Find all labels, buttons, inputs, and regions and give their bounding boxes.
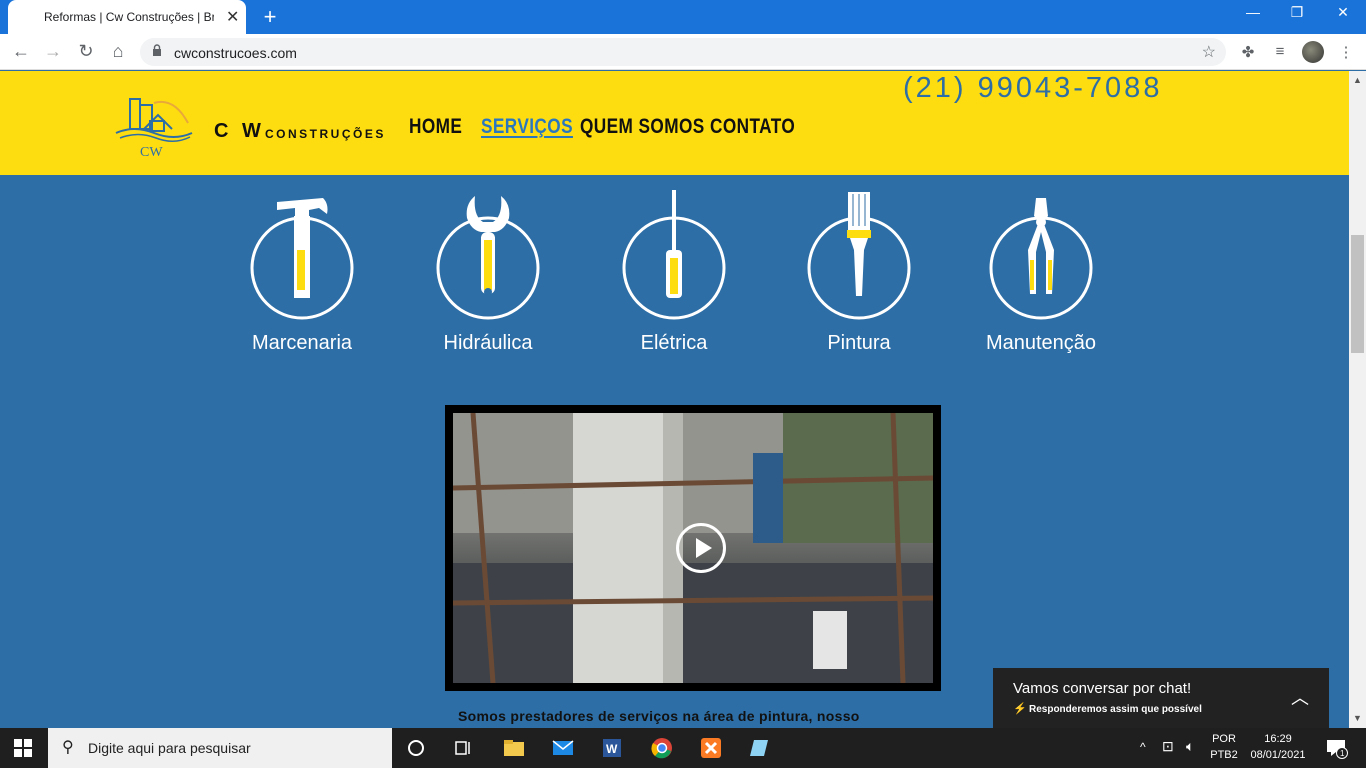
tab-title: Reformas | Cw Construções | Bras	[44, 10, 214, 24]
site-header: CW C W CONSTRUÇÕES HOME SERVIÇOS QUEM SO…	[0, 71, 1366, 175]
nav-servicos[interactable]: SERVIÇOS	[481, 115, 573, 139]
lock-icon	[153, 44, 161, 56]
browser-tab[interactable]: Reformas | Cw Construções | Bras ✕	[8, 0, 246, 34]
volume-icon[interactable]: 🔈︎	[1186, 738, 1194, 755]
taskbar-search-placeholder: Digite aqui para pesquisar	[88, 740, 251, 756]
brand-subtitle: CONSTRUÇÕES	[265, 127, 386, 141]
hammer-icon	[250, 198, 354, 320]
notifications-count: 1	[1340, 749, 1345, 758]
company-logo-icon[interactable]: CW	[114, 93, 194, 161]
service-label: Elétrica	[640, 332, 708, 354]
service-label: Pintura	[827, 332, 891, 354]
bolt-icon: ⚡	[1013, 703, 1027, 715]
search-icon: ⚲	[62, 739, 74, 756]
windows-start-icon[interactable]	[14, 739, 32, 757]
browser-toolbar: ← → ↻ ⌂ cwconstrucoes.com ☆ ✤ ≡ ⋮	[0, 34, 1366, 70]
service-manutencao[interactable]: Manutenção	[966, 190, 1116, 355]
minimize-icon[interactable]: —	[1238, 4, 1268, 20]
service-label: Marcenaria	[251, 332, 353, 354]
service-marcenaria[interactable]: Marcenaria	[227, 190, 377, 355]
notepad-icon[interactable]	[748, 736, 772, 760]
extensions-icon[interactable]: ✤	[1238, 43, 1258, 61]
service-eletrica[interactable]: Elétrica	[599, 190, 749, 355]
svg-text:W: W	[606, 742, 618, 756]
wrench-icon	[436, 196, 540, 320]
new-tab-icon[interactable]: +	[258, 4, 282, 30]
service-label: Manutenção	[985, 332, 1097, 354]
restore-icon[interactable]: ❐	[1282, 4, 1312, 21]
service-pintura[interactable]: Pintura	[784, 190, 934, 355]
nav-home[interactable]: HOME	[409, 115, 462, 139]
paintbrush-icon	[807, 192, 911, 320]
forward-icon[interactable]: →	[42, 41, 64, 62]
nav-quem-somos[interactable]: QUEM SOMOS	[580, 115, 705, 139]
window-close-icon[interactable]: ✕	[1328, 4, 1358, 21]
clock-time[interactable]: 16:29	[1246, 733, 1310, 745]
service-hidraulica[interactable]: Hidráulica	[413, 190, 563, 355]
home-icon[interactable]: ⌂	[107, 41, 129, 62]
show-hidden-icons-icon[interactable]: ^	[1140, 740, 1146, 754]
scroll-up-icon[interactable]: ▲	[1353, 75, 1362, 85]
browser-tab-bar: Reformas | Cw Construções | Bras ✕ + — ❐…	[0, 0, 1366, 34]
url-text: cwconstrucoes.com	[174, 45, 297, 61]
file-explorer-icon[interactable]	[502, 736, 526, 760]
services-description: Somos prestadores de serviços na área de…	[458, 708, 860, 724]
phone-number[interactable]: (21) 99043-7088	[903, 72, 1162, 105]
mail-icon[interactable]	[551, 736, 575, 760]
bookmark-star-icon[interactable]: ☆	[1202, 42, 1216, 62]
close-tab-icon[interactable]: ✕	[226, 7, 239, 27]
pliers-icon	[989, 198, 1093, 320]
menu-icon[interactable]: ⋮	[1336, 43, 1356, 61]
taskbar-search[interactable]: ⚲ Digite aqui para pesquisar	[48, 728, 392, 768]
nav-contato[interactable]: CONTATO	[710, 115, 795, 139]
windows-taskbar: ⚲ Digite aqui para pesquisar W ^ ⊡ 🔈︎ PO…	[0, 728, 1366, 768]
chat-widget[interactable]: Vamos conversar por chat! ⚡ Responderemo…	[993, 668, 1329, 728]
reload-icon[interactable]: ↻	[75, 41, 97, 62]
scroll-thumb[interactable]	[1351, 235, 1364, 353]
video-thumbnail	[453, 413, 933, 683]
back-icon[interactable]: ←	[10, 41, 32, 62]
input-language[interactable]: POR	[1208, 733, 1240, 745]
xampp-icon[interactable]	[699, 736, 723, 760]
chat-title: Vamos conversar por chat!	[1013, 680, 1192, 697]
scroll-down-icon[interactable]: ▼	[1353, 713, 1362, 723]
page-scrollbar[interactable]: ▲ ▼	[1349, 71, 1366, 728]
keyboard-layout[interactable]: PTB2	[1208, 749, 1240, 761]
logo-text: CW	[140, 145, 163, 160]
screwdriver-icon	[622, 190, 726, 320]
chat-subtitle: Responderemos assim que possível	[1029, 704, 1202, 715]
play-icon[interactable]	[676, 523, 726, 573]
chevron-up-icon[interactable]: ︿	[1291, 684, 1309, 710]
video-player[interactable]	[445, 405, 941, 691]
clock-date[interactable]: 08/01/2021	[1246, 749, 1310, 761]
notifications-icon[interactable]: 1	[1324, 736, 1348, 760]
media-queue-icon[interactable]: ≡	[1270, 43, 1290, 60]
word-icon[interactable]: W	[600, 736, 624, 760]
service-label: Hidráulica	[443, 332, 533, 354]
network-icon[interactable]: ⊡	[1162, 738, 1174, 755]
cortana-icon[interactable]	[404, 736, 428, 760]
profile-avatar[interactable]	[1302, 41, 1324, 63]
chrome-icon[interactable]	[650, 736, 674, 760]
brand-name[interactable]: C W	[214, 120, 265, 143]
task-view-icon[interactable]	[452, 736, 476, 760]
address-bar[interactable]: cwconstrucoes.com ☆	[140, 38, 1226, 66]
